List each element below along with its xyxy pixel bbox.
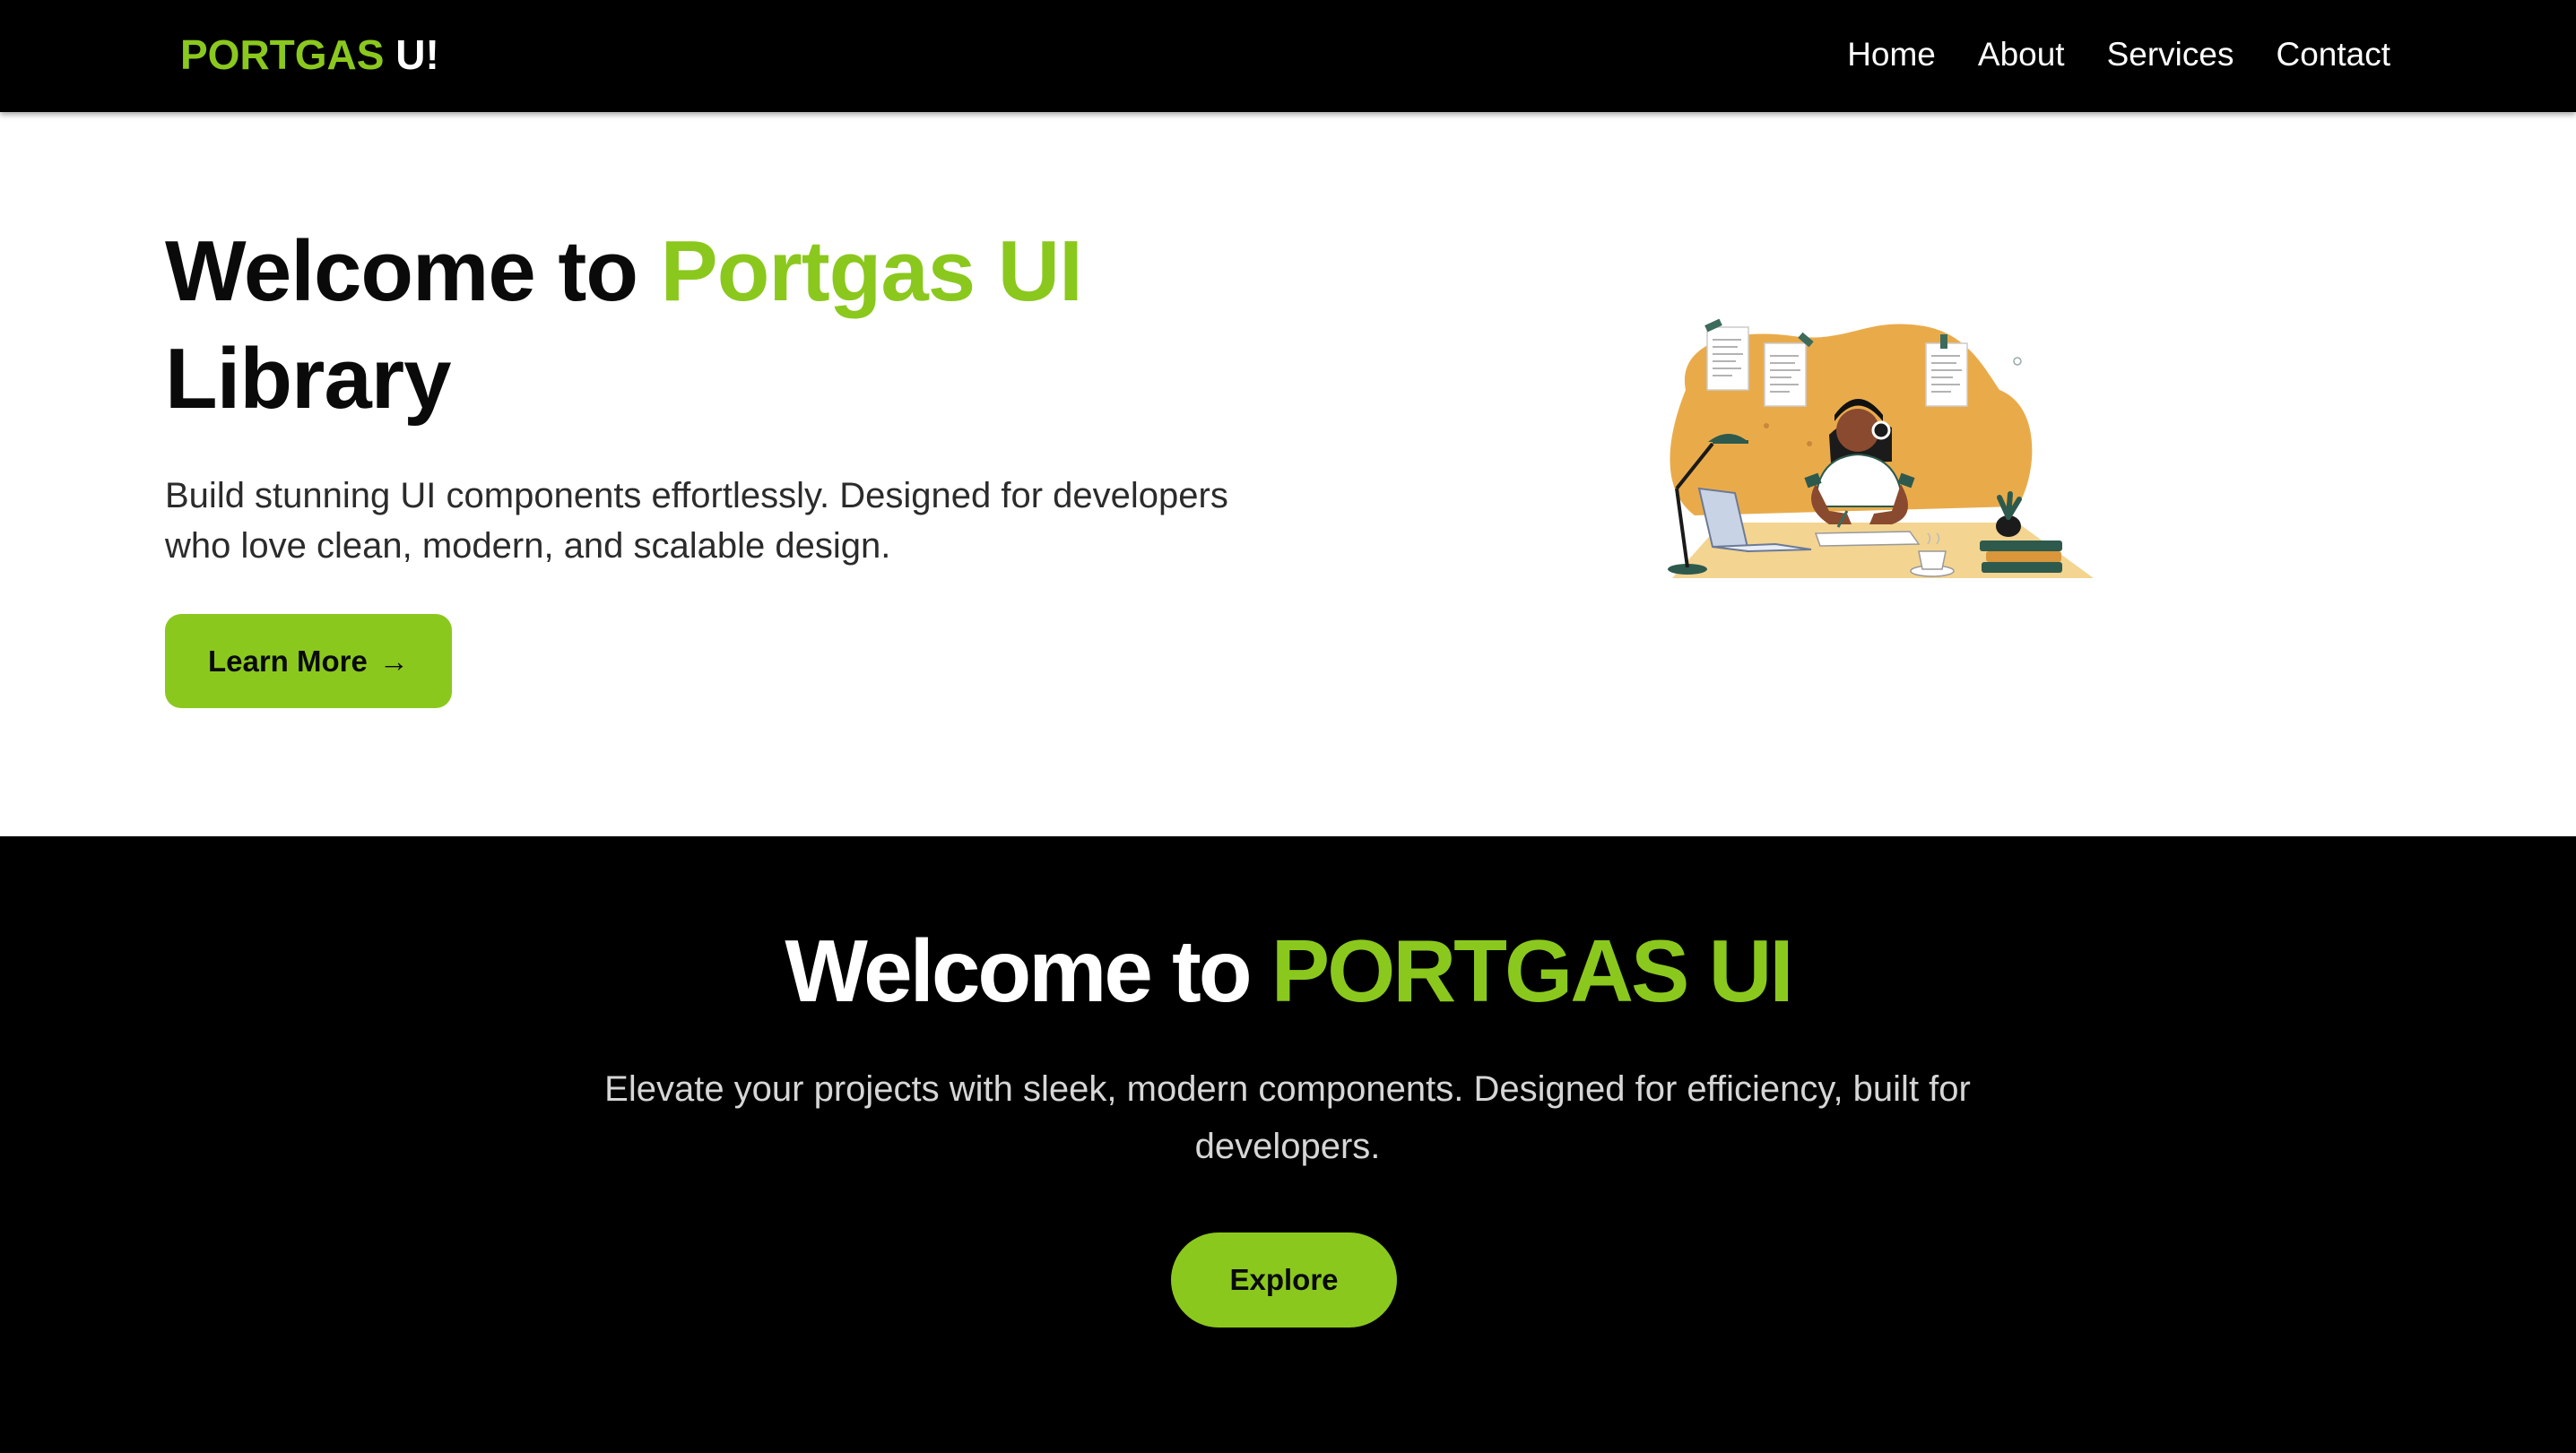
brand-accent: PORTGAS (180, 31, 385, 78)
nav-link-services[interactable]: Services (2107, 32, 2234, 77)
dark-section-title: Welcome to PORTGAS UI (0, 917, 2576, 1025)
dark-section-description: Elevate your projects with sleek, modern… (604, 1069, 1971, 1166)
hero-title-accent: Portgas UI (660, 223, 1083, 319)
arrow-right-icon: → (379, 644, 410, 678)
navbar: PORTGAS U! Home About Services Contact (0, 0, 2576, 112)
dark-title-prefix: Welcome to (785, 921, 1252, 1020)
dark-title-accent: PORTGAS UI (1271, 921, 1794, 1020)
explore-button[interactable]: Explore (1171, 1232, 1397, 1328)
nav-links: Home About Services Contact (1847, 32, 2390, 77)
hero-title-prefix: Welcome to (165, 223, 638, 319)
nav-link-about[interactable]: About (1978, 32, 2065, 77)
hero-title-suffix: Library (165, 331, 451, 427)
nav-link-home[interactable]: Home (1847, 32, 1936, 77)
paper (1814, 531, 1921, 547)
learn-more-button[interactable]: Learn More → (165, 614, 452, 708)
woman-working-at-desk-illustration (1668, 318, 2094, 578)
nav-link-contact[interactable]: Contact (2276, 32, 2390, 77)
brand-rest: U! (395, 31, 439, 78)
dark-section: Welcome to PORTGAS UI Elevate your proje… (0, 836, 2576, 1453)
hero-section: Welcome to Portgas UI Library Build stun… (0, 112, 2576, 836)
hero-title: Welcome to Portgas UI Library (165, 218, 1241, 433)
brand-logo[interactable]: PORTGAS U! (180, 28, 439, 82)
learn-more-label: Learn More (207, 644, 368, 678)
hero-description: Build stunning UI components effortlessl… (165, 476, 1228, 566)
